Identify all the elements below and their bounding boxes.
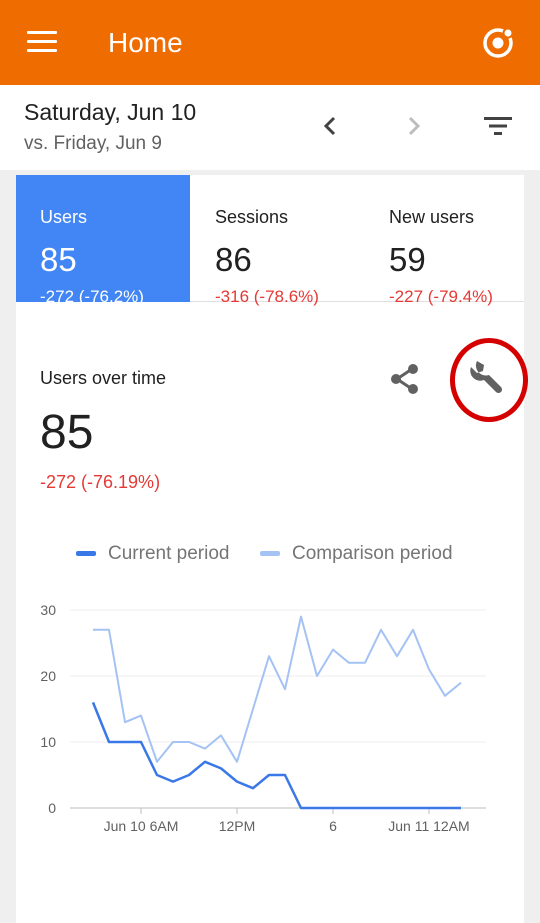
page-title: Home: [108, 27, 183, 58]
legend-current: Current period: [76, 543, 229, 567]
series-line-current: [91, 701, 461, 810]
legend-swatch: [76, 551, 96, 557]
legend-comparison: Comparison period: [260, 543, 453, 567]
legend-swatch: [260, 551, 280, 557]
highlight-circle: [450, 338, 528, 422]
next-day-button[interactable]: [400, 112, 428, 140]
menu-icon[interactable]: [27, 31, 57, 53]
previous-day-button[interactable]: [316, 112, 344, 140]
section-title: Users over time: [40, 368, 167, 388]
tile-change: -272 (-76.2%): [40, 287, 144, 306]
share-icon[interactable]: [388, 362, 422, 396]
sync-icon[interactable]: [480, 25, 516, 61]
users-line-chart: 0 10 20 30 Jun 10 6AM 12PM 6 Jun 11 12AM: [40, 602, 486, 834]
tile-value: 86: [215, 241, 252, 278]
tile-label: Sessions: [215, 207, 289, 227]
x-tick-label: 6: [329, 818, 337, 834]
tile-label: New users: [389, 207, 475, 227]
series-line-comparison: [93, 615, 462, 763]
section-value: 85: [40, 406, 94, 459]
metric-tiles: Users 85 -272 (-76.2%) Sessions 86 -316 …: [16, 175, 524, 306]
legend-label: Current period: [108, 543, 230, 564]
tile-value: 85: [40, 241, 77, 278]
date-label[interactable]: Saturday, Jun 10: [24, 99, 196, 126]
tile-value: 59: [389, 241, 426, 278]
date-bar: [0, 85, 540, 170]
x-tick-label: Jun 11 12AM: [388, 818, 469, 834]
y-tick-label: 0: [48, 800, 56, 816]
tile-change: -227 (-79.4%): [389, 287, 493, 306]
tile-label: Users: [40, 207, 88, 227]
y-tick-label: 30: [40, 602, 56, 618]
y-tick-label: 20: [40, 668, 56, 684]
section-change: -272 (-76.19%): [40, 472, 161, 492]
y-tick-label: 10: [40, 734, 56, 750]
filter-icon[interactable]: [483, 112, 513, 140]
x-tick-label: Jun 10 6AM: [104, 818, 179, 834]
tile-change: -316 (-78.6%): [215, 287, 319, 306]
app-bar: Home: [0, 0, 540, 85]
legend-label: Comparison period: [292, 543, 453, 564]
x-tick-label: 12PM: [219, 818, 256, 834]
comparison-label: vs. Friday, Jun 9: [24, 133, 162, 154]
tile-new-users[interactable]: New users 59 -227 (-79.4%): [365, 175, 524, 306]
tile-sessions[interactable]: Sessions 86 -316 (-78.6%): [191, 175, 365, 306]
tile-users[interactable]: Users 85 -272 (-76.2%): [16, 175, 190, 306]
